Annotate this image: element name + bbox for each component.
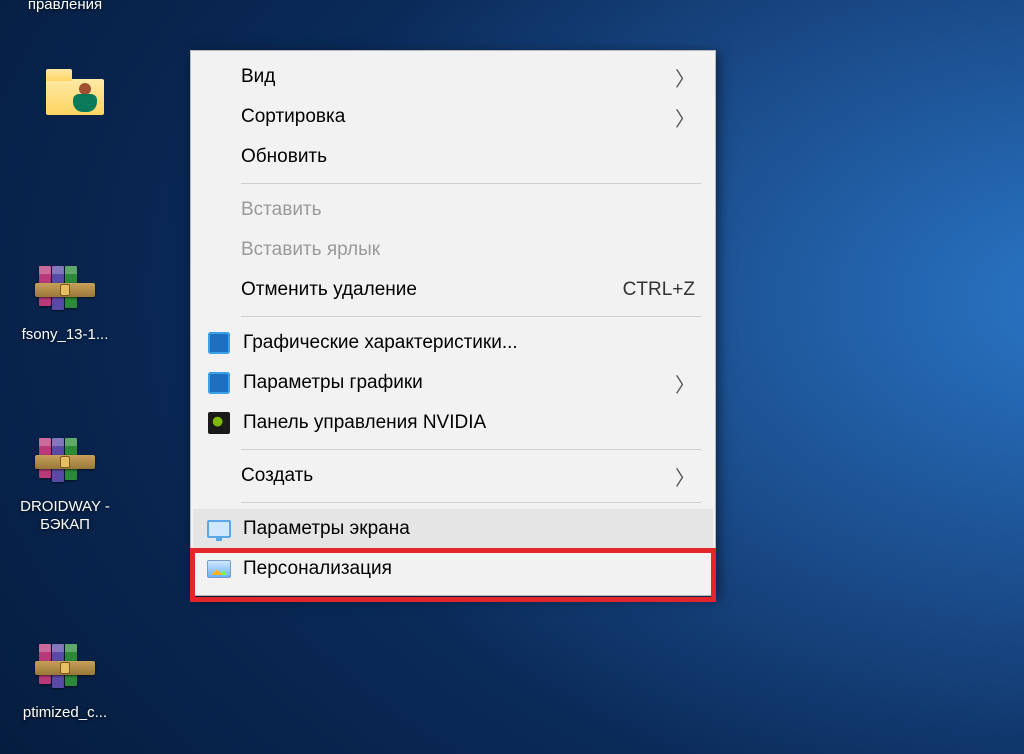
chevron-right-icon: 〉: [675, 369, 695, 398]
nvidia-icon: [205, 409, 233, 437]
winrar-icon: [33, 430, 97, 494]
menu-item-shortcut: CTRL+Z: [623, 279, 695, 301]
menu-item-paste: Вставить: [193, 190, 713, 230]
menu-item-undo-delete[interactable]: Отменить удаление CTRL+Z: [193, 270, 713, 310]
menu-separator: [241, 183, 701, 184]
intel-graphics-icon: [205, 329, 233, 357]
chevron-right-icon: 〉: [675, 462, 695, 491]
intel-graphics-icon: [205, 369, 233, 397]
menu-item-label: Панель управления NVIDIA: [243, 412, 695, 434]
monitor-icon: [205, 515, 233, 543]
menu-item-label: Отменить удаление: [241, 279, 623, 301]
desktop-icon-archive-fsony[interactable]: fsony_13-1...: [0, 258, 130, 344]
winrar-icon: [33, 258, 97, 322]
desktop-icon-archive-droidway[interactable]: DROIDWAY - БЭКАП: [0, 430, 130, 534]
menu-item-label: Персонализация: [243, 558, 695, 580]
menu-item-label: Параметры графики: [243, 372, 675, 394]
menu-item-label: Вид: [241, 66, 675, 88]
chevron-right-icon: 〉: [675, 103, 695, 132]
menu-item-display-settings[interactable]: Параметры экрана: [193, 509, 713, 549]
menu-separator: [241, 316, 701, 317]
menu-item-personalize[interactable]: Персонализация: [193, 549, 713, 589]
menu-item-nvidia-control-panel[interactable]: Панель управления NVIDIA: [193, 403, 713, 443]
menu-item-new[interactable]: Создать 〉: [193, 456, 713, 496]
desktop-icon-label: fsony_13-1...: [22, 326, 109, 344]
menu-separator: [241, 502, 701, 503]
user-folder-icon: [43, 60, 107, 124]
menu-item-label: Графические характеристики...: [243, 332, 695, 354]
menu-item-view[interactable]: Вид 〉: [193, 57, 713, 97]
desktop-icon-label: правления: [28, 0, 102, 14]
desktop-icon-label: DROIDWAY - БЭКАП: [0, 498, 130, 534]
chevron-right-icon: 〉: [675, 63, 695, 92]
menu-item-label: Сортировка: [241, 106, 675, 128]
menu-item-graphics-properties[interactable]: Графические характеристики...: [193, 323, 713, 363]
winrar-icon: [33, 636, 97, 700]
menu-item-label: Обновить: [241, 146, 695, 168]
menu-separator: [241, 449, 701, 450]
menu-item-label: Вставить: [241, 199, 695, 221]
menu-item-graphics-params[interactable]: Параметры графики 〉: [193, 363, 713, 403]
menu-item-sort[interactable]: Сортировка 〉: [193, 97, 713, 137]
desktop-icon-archive-optimized[interactable]: ptimized_c...: [0, 636, 130, 722]
desktop-icon-label: ptimized_c...: [23, 704, 107, 722]
desktop-icon-user-folder[interactable]: [10, 60, 140, 128]
desktop-context-menu: Вид 〉 Сортировка 〉 Обновить Вставить Вст…: [190, 50, 716, 596]
personalize-icon: [205, 555, 233, 583]
menu-item-label: Параметры экрана: [243, 518, 695, 540]
menu-item-label: Создать: [241, 465, 675, 487]
menu-item-label: Вставить ярлык: [241, 239, 695, 261]
menu-item-refresh[interactable]: Обновить: [193, 137, 713, 177]
menu-item-paste-shortcut: Вставить ярлык: [193, 230, 713, 270]
desktop-icon-control-panel[interactable]: правления: [0, 0, 130, 14]
